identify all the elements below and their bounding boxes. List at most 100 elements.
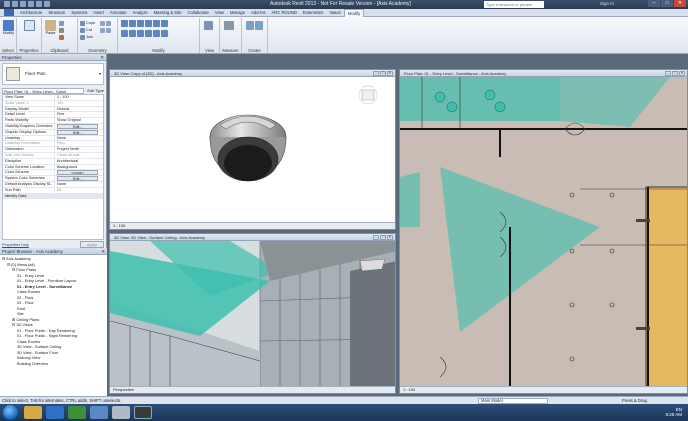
scale-icon[interactable] xyxy=(153,29,160,37)
join-button[interactable]: Join xyxy=(80,34,93,40)
tab-arc-round[interactable]: ARC ROUND xyxy=(269,10,300,15)
open-icon[interactable] xyxy=(12,1,18,7)
application-button[interactable] xyxy=(4,9,14,16)
close-view-button[interactable]: ✕ xyxy=(679,71,685,76)
view-floor-plan[interactable]: Floor Plan: 01 - Entry Level - Surveilla… xyxy=(399,69,688,394)
copy-button[interactable] xyxy=(59,20,64,26)
split-icon[interactable] xyxy=(153,19,160,27)
print-icon[interactable] xyxy=(44,1,50,7)
active-app-icon[interactable] xyxy=(134,406,152,419)
create-assembly-icon[interactable] xyxy=(246,20,254,30)
maximize-view-button[interactable]: □ xyxy=(380,235,386,240)
instance-filter-select[interactable]: Floor Plan: 01 - Entry Level - Surve xyxy=(2,87,85,94)
tab-extensions[interactable]: Extensions xyxy=(300,10,326,15)
tab-collaborate[interactable]: Collaborate xyxy=(185,10,212,15)
minimize-view-button[interactable]: – xyxy=(373,71,379,76)
app-menu-icon[interactable] xyxy=(4,1,10,7)
property-value[interactable]: Fine xyxy=(55,112,103,117)
tab-annotate[interactable]: Annotate xyxy=(107,10,130,15)
explorer-icon[interactable] xyxy=(24,406,42,419)
app-icon[interactable] xyxy=(90,406,108,419)
search-input[interactable]: Type a keyword or phrase xyxy=(484,1,544,8)
tab-view[interactable]: View xyxy=(212,10,227,15)
measure-icon[interactable] xyxy=(224,20,234,30)
pin-icon[interactable] xyxy=(161,29,168,37)
browser-tree-item[interactable]: Building Overview xyxy=(2,361,105,367)
property-value[interactable]: Project North xyxy=(55,147,103,152)
close-icon[interactable]: ✕ xyxy=(100,54,104,61)
press-drag-toggle[interactable]: Press & Drag xyxy=(622,397,647,404)
tab-analyze[interactable]: Analyze xyxy=(130,10,151,15)
property-edit-button[interactable]: Edit... xyxy=(57,123,99,129)
property-value[interactable]: Show Original xyxy=(55,118,103,123)
close-icon[interactable]: ✕ xyxy=(101,248,105,255)
align-icon[interactable] xyxy=(121,19,128,27)
property-edit-button[interactable]: <none> xyxy=(57,170,99,176)
rotate-icon[interactable] xyxy=(137,29,144,37)
maximize-view-button[interactable]: □ xyxy=(672,71,678,76)
apply-button[interactable]: Apply xyxy=(79,240,104,248)
redo-icon[interactable] xyxy=(36,1,42,7)
close-view-button[interactable]: ✕ xyxy=(387,71,393,76)
property-value[interactable]: Background xyxy=(55,165,103,170)
mirror-icon[interactable] xyxy=(137,19,144,27)
cut-geometry-button[interactable]: Cut xyxy=(80,27,92,33)
save-icon[interactable] xyxy=(20,1,26,7)
start-button[interactable] xyxy=(3,405,18,420)
property-value[interactable]: Normal xyxy=(55,107,103,112)
maximize-view-button[interactable]: □ xyxy=(380,71,386,76)
tab-modify[interactable]: Modify xyxy=(343,8,365,17)
tab-systems[interactable]: Systems xyxy=(68,10,90,15)
property-section-header[interactable]: Identity Data xyxy=(3,193,103,200)
property-value[interactable]: Clean all wall ... xyxy=(55,153,103,158)
property-value[interactable]: Architectural xyxy=(55,159,103,164)
tab-add-ins[interactable]: Add-Ins xyxy=(248,10,268,15)
view-3d[interactable]: 3D View: Copy of {3D} - Axis Academy – □ ✕… xyxy=(109,69,396,230)
type-selector[interactable]: Floor Plan ▾ xyxy=(2,63,104,85)
tab-massing-site[interactable]: Massing & Site xyxy=(151,10,185,15)
array-icon[interactable] xyxy=(145,29,152,37)
trim-icon[interactable] xyxy=(161,19,168,27)
revit-icon[interactable] xyxy=(112,406,130,419)
property-edit-button[interactable]: Edit... xyxy=(57,176,99,181)
property-value[interactable]: Plan xyxy=(55,141,103,146)
minimize-button[interactable]: – xyxy=(648,0,660,7)
tab-architecture[interactable]: Architecture xyxy=(17,10,45,15)
properties-help-link[interactable]: Properties help xyxy=(2,242,29,247)
undo-icon[interactable] xyxy=(28,1,34,7)
media-icon[interactable] xyxy=(68,406,86,419)
geom-tool-2[interactable] xyxy=(100,27,111,33)
minimize-view-button[interactable]: – xyxy=(665,71,671,76)
property-value[interactable]: ☐ xyxy=(55,188,103,193)
paste-button[interactable]: Paste xyxy=(44,19,57,39)
property-value[interactable]: None xyxy=(55,182,103,187)
mirror-draw-icon[interactable] xyxy=(145,19,152,27)
property-value[interactable]: 100 xyxy=(55,101,103,106)
properties-button[interactable] xyxy=(23,19,36,39)
cope-button[interactable]: Cope xyxy=(80,20,95,26)
match-button[interactable] xyxy=(59,34,64,40)
minimize-view-button[interactable]: – xyxy=(373,235,379,240)
cut-button[interactable] xyxy=(59,27,64,33)
viewcube-icon[interactable] xyxy=(358,85,378,105)
tab-manage[interactable]: Manage xyxy=(227,10,248,15)
tab-insert[interactable]: Insert xyxy=(90,10,106,15)
offset-icon[interactable] xyxy=(129,19,136,27)
tab-vasari[interactable]: Vasari xyxy=(326,10,344,15)
copy-element-icon[interactable] xyxy=(129,29,136,37)
sign-in-link[interactable]: Sign In xyxy=(600,1,614,6)
view-ceiling[interactable]: 3D View: 3D View - Surface Ceiling - Axi… xyxy=(109,233,396,394)
hide-icon[interactable] xyxy=(204,20,213,30)
edit-type-button[interactable]: Edit Type xyxy=(87,88,104,93)
geom-tool-1[interactable] xyxy=(100,20,111,26)
modify-button[interactable]: Modify xyxy=(2,19,15,39)
maximize-button[interactable]: □ xyxy=(661,0,673,7)
close-button[interactable]: ✕ xyxy=(674,0,686,7)
tab-structure[interactable]: Structure xyxy=(45,10,68,15)
create-parts-icon[interactable] xyxy=(255,20,263,30)
property-value[interactable]: None xyxy=(55,136,103,141)
property-value[interactable]: 1 : 100 xyxy=(55,95,103,100)
move-icon[interactable] xyxy=(121,29,128,37)
ie-icon[interactable] xyxy=(46,406,64,419)
property-edit-button[interactable]: Edit... xyxy=(57,129,99,135)
